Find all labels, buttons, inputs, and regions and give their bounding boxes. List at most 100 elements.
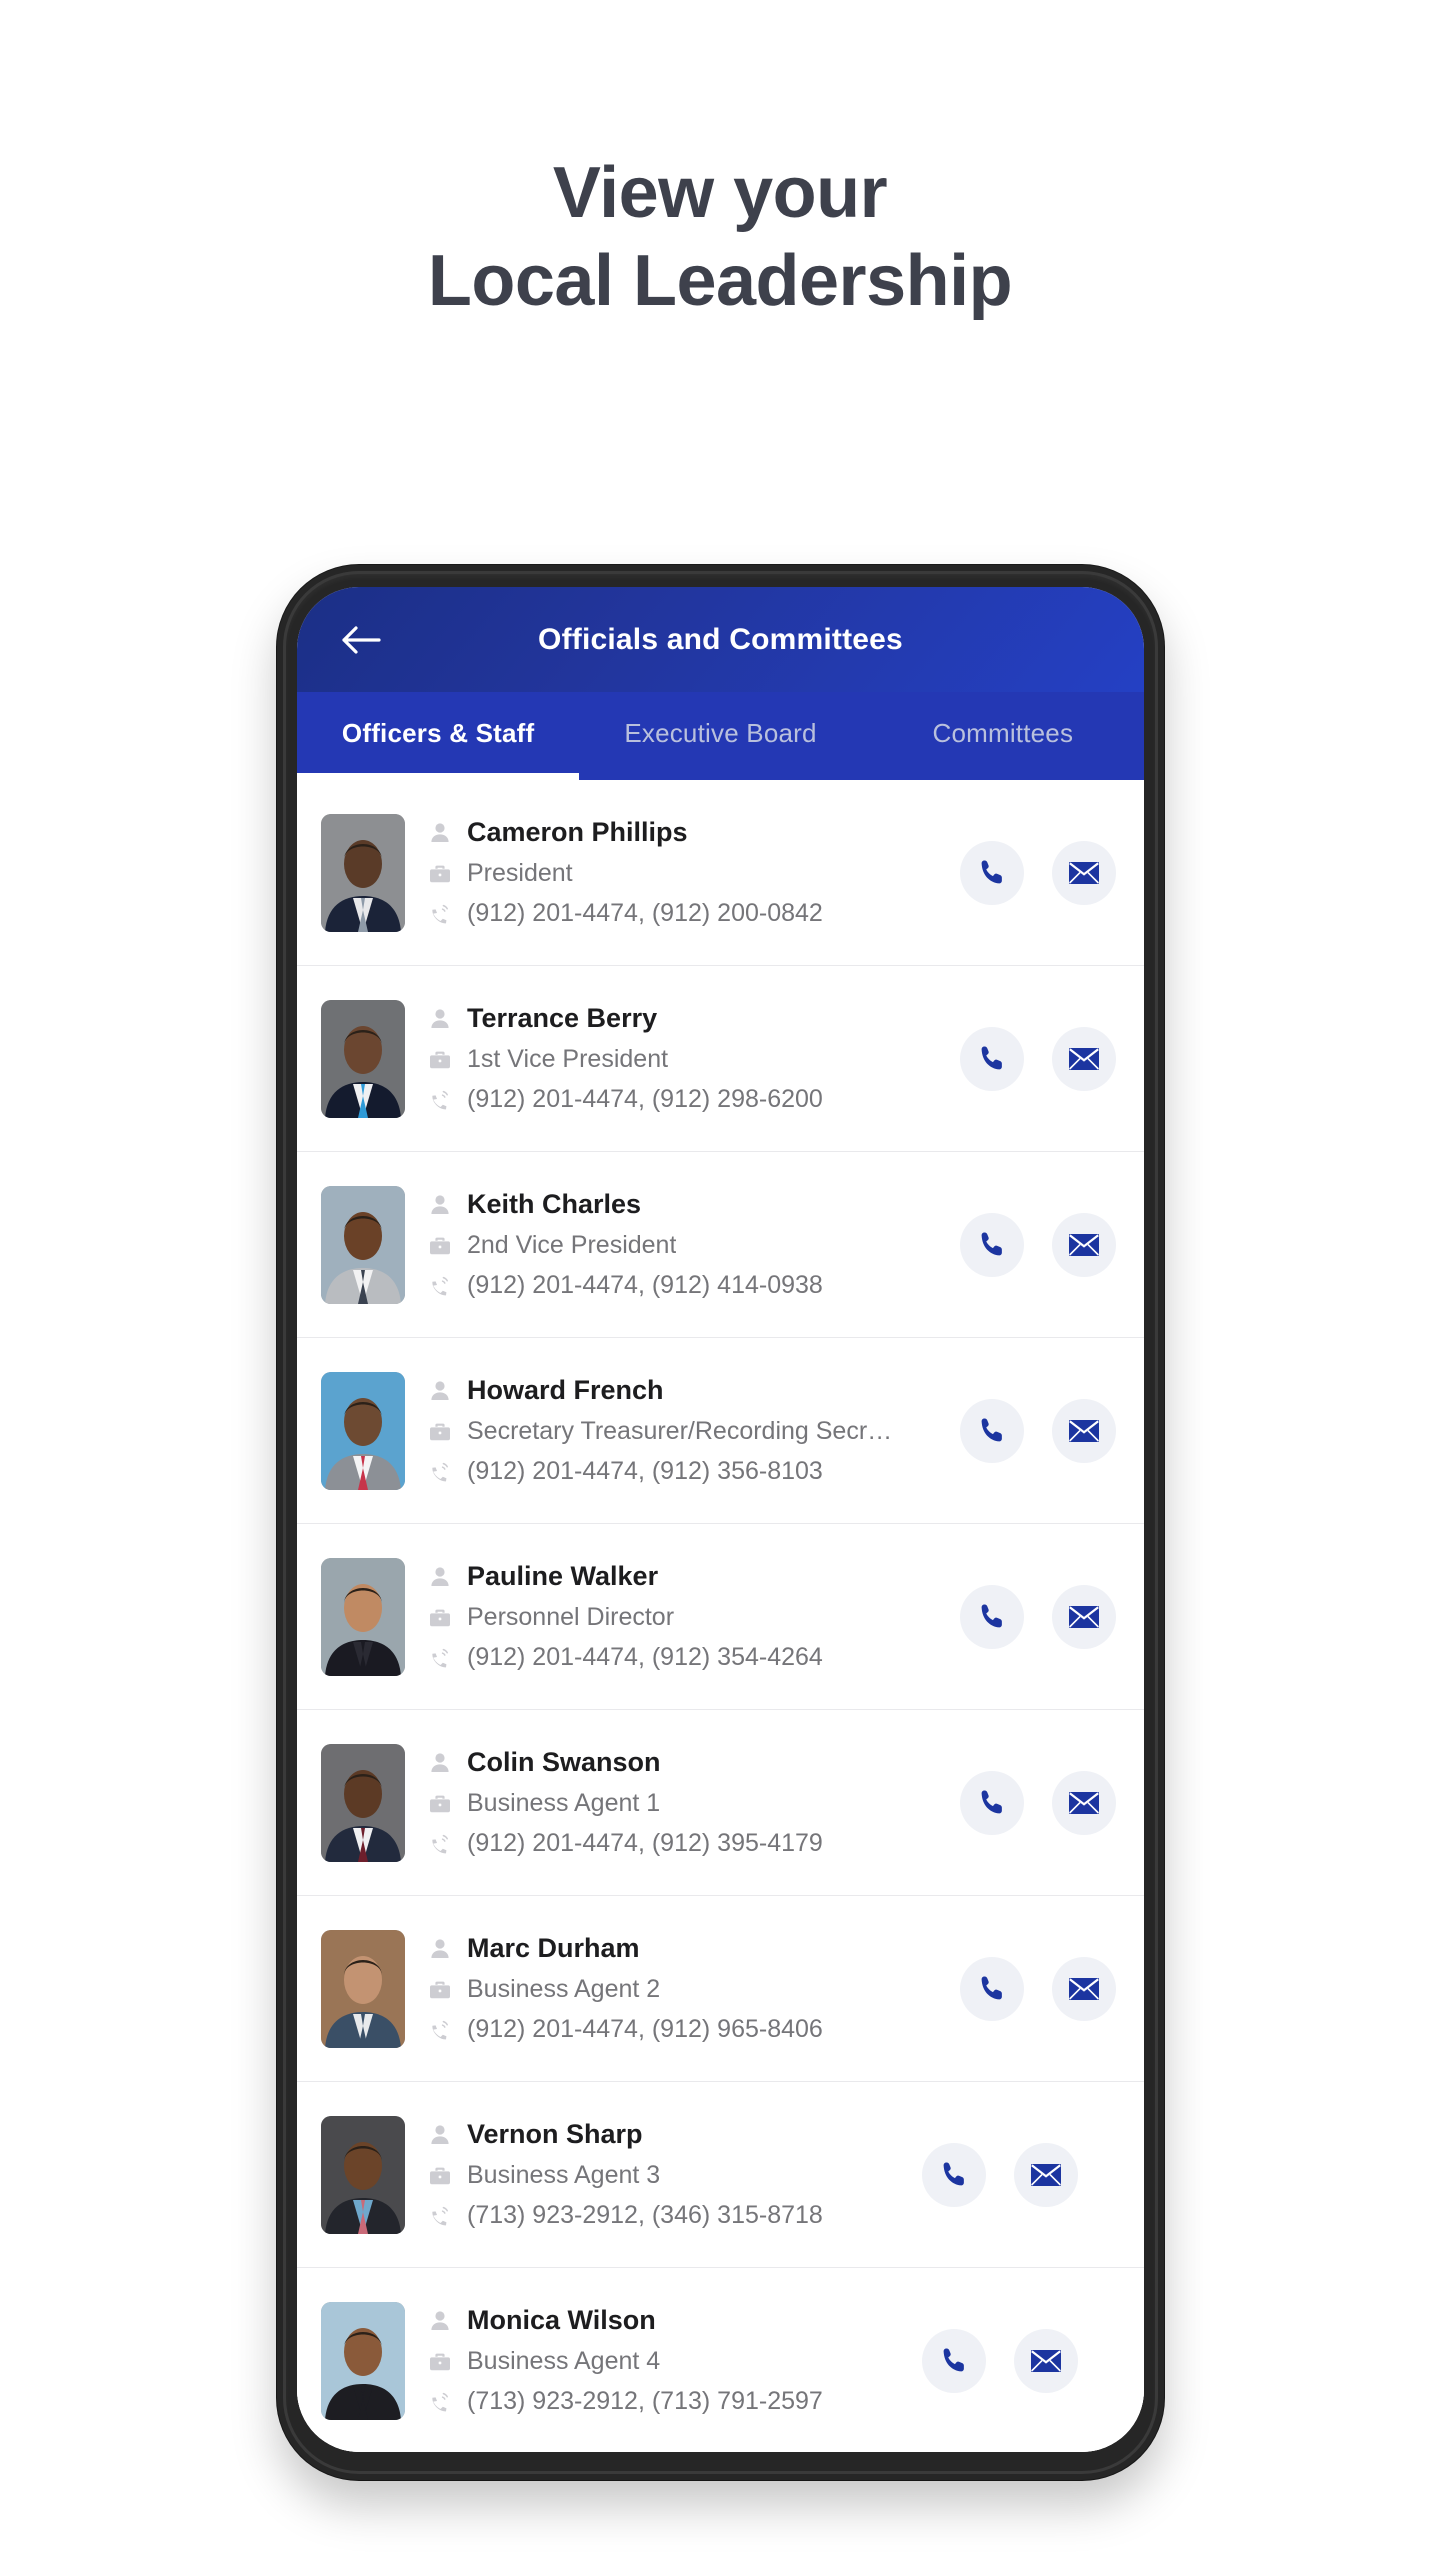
email-button[interactable] xyxy=(1052,1956,1116,2021)
officials-list[interactable]: Cameron Phillips President (912) 201-447… xyxy=(297,780,1144,2452)
person-title: 2nd Vice President xyxy=(467,1231,677,1259)
table-row[interactable]: Keith Charles 2nd Vice President (912) 2… xyxy=(297,1152,1144,1338)
ringing-phone-icon xyxy=(427,1459,453,1485)
briefcase-icon xyxy=(427,861,453,887)
person-name-line: Howard French xyxy=(427,1375,960,1406)
phone-icon xyxy=(976,1601,1008,1633)
person-title-line: Business Agent 1 xyxy=(427,1789,960,1818)
ringing-phone-icon xyxy=(427,1087,453,1113)
person-phone-numbers: (912) 201-4474, (912) 354-4264 xyxy=(467,1643,823,1671)
person-name: Cameron Phillips xyxy=(467,817,688,847)
person-icon xyxy=(427,1750,453,1776)
envelope-icon xyxy=(1030,2348,1062,2374)
ringing-phone-icon xyxy=(427,1645,453,1671)
briefcase-icon xyxy=(427,1791,453,1817)
briefcase-icon xyxy=(427,1419,453,1445)
briefcase-icon xyxy=(427,1605,453,1631)
email-button[interactable] xyxy=(1052,840,1116,905)
avatar xyxy=(321,1557,405,1676)
app-store-screenshot: View your Local Leadership Officials and… xyxy=(0,0,1440,2560)
phone-icon xyxy=(938,2159,970,2191)
tab-label: Executive Board xyxy=(624,717,817,748)
call-button[interactable] xyxy=(922,2328,986,2393)
row-actions xyxy=(960,1584,1122,1649)
table-row[interactable]: Vernon Sharp Business Agent 3 (713) 923-… xyxy=(297,2082,1144,2268)
person-title-line: Business Agent 2 xyxy=(427,1975,960,2004)
ringing-phone-icon xyxy=(427,2389,453,2415)
email-button[interactable] xyxy=(1014,2142,1078,2207)
tab-officers-staff[interactable]: Officers & Staff xyxy=(297,692,580,780)
avatar xyxy=(321,999,405,1118)
table-row[interactable]: Monica Wilson Business Agent 4 (713) 923… xyxy=(297,2268,1144,2452)
person-info: Marc Durham Business Agent 2 (912) 201-4… xyxy=(405,1933,960,2044)
tab-committees[interactable]: Committees xyxy=(862,692,1144,780)
ringing-phone-icon xyxy=(427,2203,453,2229)
person-phone-line: (912) 201-4474, (912) 354-4264 xyxy=(427,1643,960,1672)
table-row[interactable]: Pauline Walker Personnel Director (912) … xyxy=(297,1524,1144,1710)
table-row[interactable]: Marc Durham Business Agent 2 (912) 201-4… xyxy=(297,1896,1144,2082)
phone-icon xyxy=(976,1787,1008,1819)
tab-bar: Officers & Staff Executive Board Committ… xyxy=(297,692,1144,780)
table-row[interactable]: Howard French Secretary Treasurer/Record… xyxy=(297,1338,1144,1524)
person-info: Pauline Walker Personnel Director (912) … xyxy=(405,1561,960,1672)
call-button[interactable] xyxy=(960,1584,1024,1649)
person-info: Terrance Berry 1st Vice President (912) … xyxy=(405,1003,960,1114)
person-info: Vernon Sharp Business Agent 3 (713) 923-… xyxy=(405,2119,922,2230)
envelope-icon xyxy=(1068,860,1100,886)
row-actions xyxy=(960,840,1122,905)
person-name: Howard French xyxy=(467,1375,664,1405)
person-info: Keith Charles 2nd Vice President (912) 2… xyxy=(405,1189,960,1300)
person-title: Secretary Treasurer/Recording Secre… xyxy=(467,1417,897,1445)
briefcase-icon xyxy=(427,2163,453,2189)
row-actions xyxy=(922,2142,1122,2207)
person-icon xyxy=(427,2122,453,2148)
person-name-line: Marc Durham xyxy=(427,1933,960,1964)
person-title-line: Business Agent 4 xyxy=(427,2347,922,2376)
row-actions xyxy=(960,1770,1122,1835)
person-name-line: Keith Charles xyxy=(427,1189,960,1220)
call-button[interactable] xyxy=(960,1026,1024,1091)
email-button[interactable] xyxy=(1052,1026,1116,1091)
person-name: Terrance Berry xyxy=(467,1003,658,1033)
tab-label: Committees xyxy=(932,717,1074,748)
phone-icon xyxy=(976,857,1008,889)
email-button[interactable] xyxy=(1052,1584,1116,1649)
phone-icon xyxy=(976,1973,1008,2005)
row-actions xyxy=(960,1398,1122,1463)
call-button[interactable] xyxy=(960,840,1024,905)
person-info: Howard French Secretary Treasurer/Record… xyxy=(405,1375,960,1486)
back-button[interactable] xyxy=(335,614,387,666)
person-phone-line: (912) 201-4474, (912) 200-0842 xyxy=(427,899,960,928)
ringing-phone-icon xyxy=(427,2017,453,2043)
table-row[interactable]: Cameron Phillips President (912) 201-447… xyxy=(297,780,1144,966)
person-phone-numbers: (912) 201-4474, (912) 395-4179 xyxy=(467,1829,823,1857)
call-button[interactable] xyxy=(922,2142,986,2207)
phone-icon xyxy=(938,2345,970,2377)
email-button[interactable] xyxy=(1052,1770,1116,1835)
person-phone-numbers: (713) 923-2912, (346) 315-8718 xyxy=(467,2201,823,2229)
email-button[interactable] xyxy=(1052,1398,1116,1463)
table-row[interactable]: Terrance Berry 1st Vice President (912) … xyxy=(297,966,1144,1152)
envelope-icon xyxy=(1068,1418,1100,1444)
person-name-line: Monica Wilson xyxy=(427,2305,922,2336)
call-button[interactable] xyxy=(960,1956,1024,2021)
email-button[interactable] xyxy=(1014,2328,1078,2393)
call-button[interactable] xyxy=(960,1212,1024,1277)
person-phone-numbers: (912) 201-4474, (912) 414-0938 xyxy=(467,1271,823,1299)
person-icon xyxy=(427,1564,453,1590)
person-icon xyxy=(427,2308,453,2334)
tab-executive-board[interactable]: Executive Board xyxy=(579,692,861,780)
app-header-title: Officials and Committees xyxy=(538,622,903,656)
call-button[interactable] xyxy=(960,1770,1024,1835)
row-actions xyxy=(960,1956,1122,2021)
call-button[interactable] xyxy=(960,1398,1024,1463)
row-actions xyxy=(960,1026,1122,1091)
person-icon xyxy=(427,1006,453,1032)
briefcase-icon xyxy=(427,1047,453,1073)
headline-line-1: View your xyxy=(552,153,888,233)
row-actions xyxy=(922,2328,1122,2393)
app-header-bar: Officials and Committees xyxy=(297,587,1144,692)
email-button[interactable] xyxy=(1052,1212,1116,1277)
person-phone-numbers: (912) 201-4474, (912) 298-6200 xyxy=(467,1085,823,1113)
table-row[interactable]: Colin Swanson Business Agent 1 (912) 201… xyxy=(297,1710,1144,1896)
